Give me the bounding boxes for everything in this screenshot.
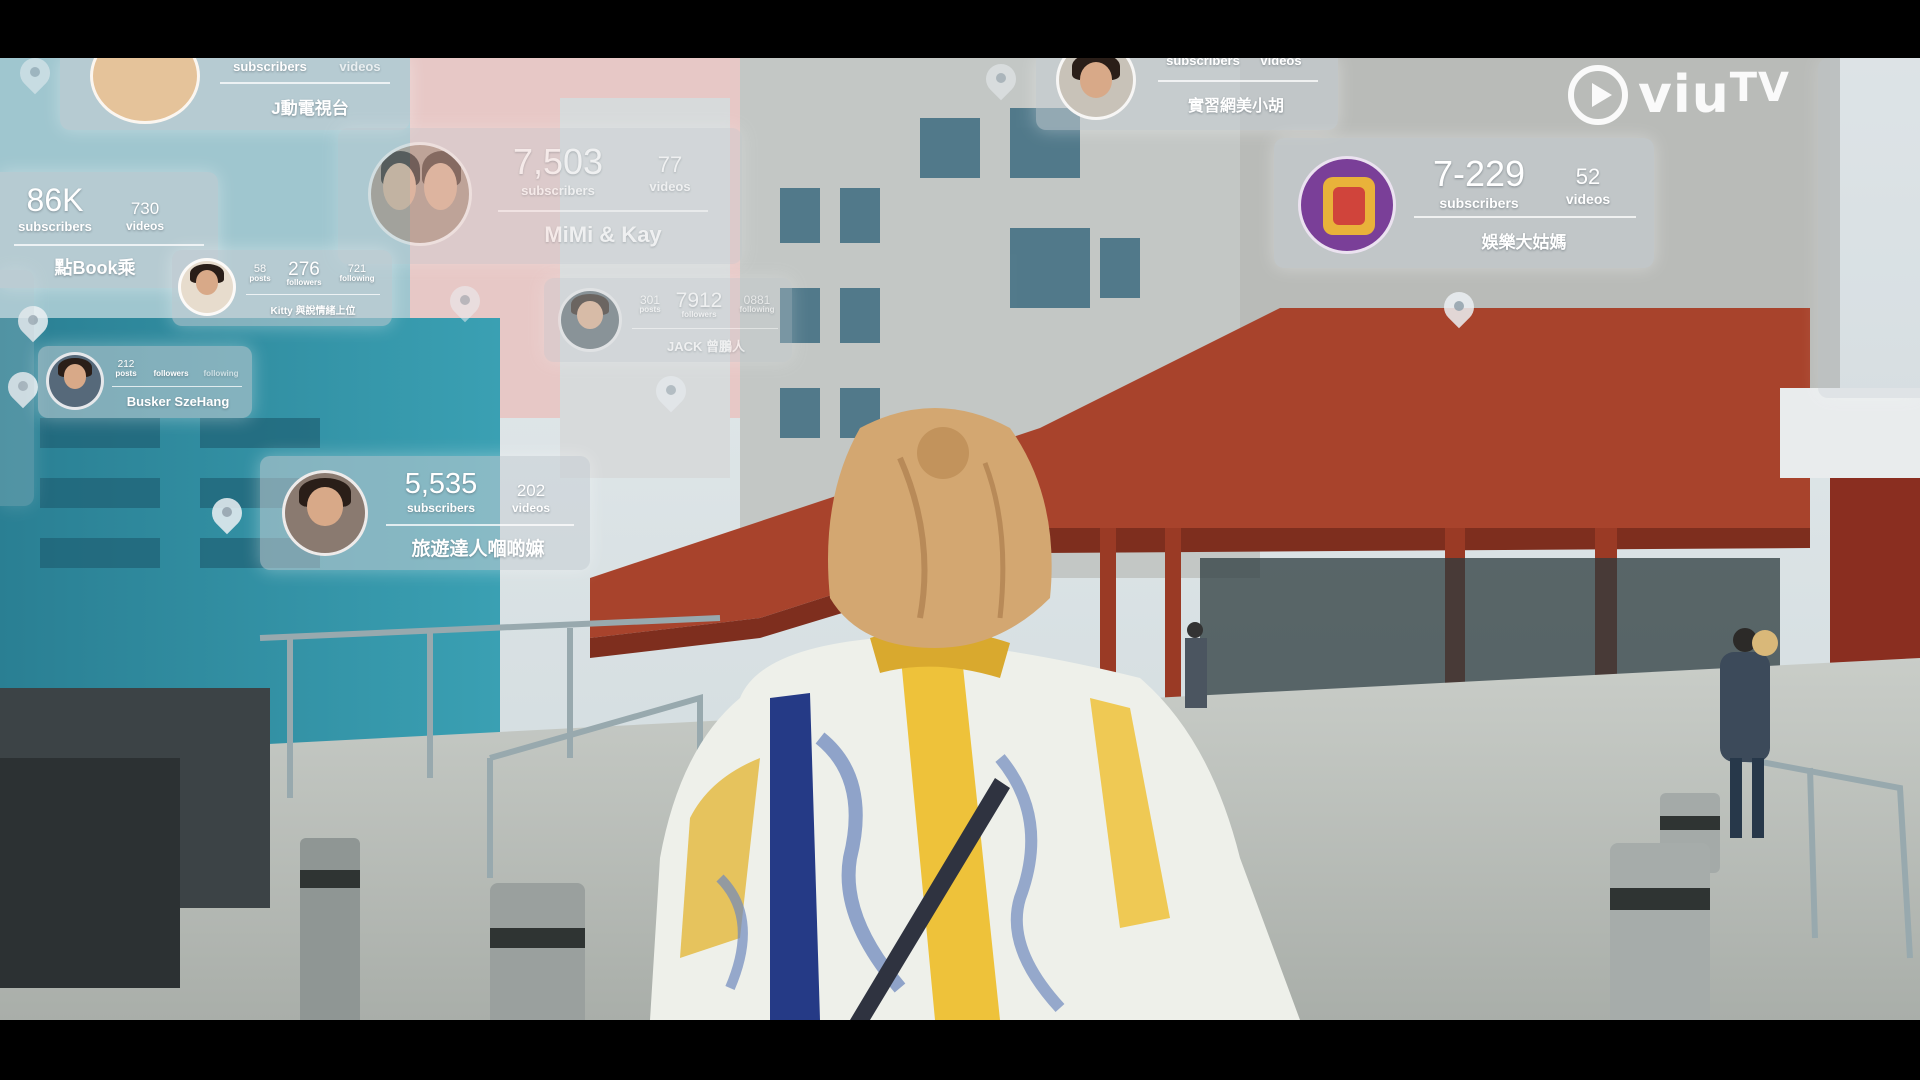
channel-name: 旅遊達人嗰啲嫲 [411, 539, 545, 560]
subscriber-count: 7,503 [512, 141, 604, 182]
video-frame: viuTV subscribers videos J動電視台 7,503 subs… [0, 0, 1920, 1080]
video-count: 77 [657, 152, 683, 177]
subscriber-label: subscribers [18, 219, 92, 234]
channel-card-mimi-kay[interactable]: 7,503 subscribers 77 videos MiMi & Kay [338, 128, 742, 264]
video-count: 730 [130, 199, 160, 218]
channel-avatar [46, 352, 104, 410]
video-label: videos [1565, 191, 1611, 207]
logo-suffix: TV [1729, 65, 1790, 111]
channel-card-jack[interactable]: 301 posts 7912 followers 0881 following JAC… [544, 278, 792, 362]
channel-avatar [282, 470, 368, 556]
offscreen-card-right [1818, 58, 1920, 398]
channel-name: 點Book乘 [54, 258, 136, 278]
channel-card-j-tv[interactable]: subscribers videos J動電視台 [60, 28, 410, 130]
channel-name: Busker SzeHang [126, 394, 230, 409]
channel-avatar [558, 288, 622, 352]
subscriber-label: subscribers [521, 183, 595, 198]
subscriber-count: 86K [26, 182, 84, 218]
channel-card-intern[interactable]: 642subscribers 16videos 實習網美小胡 [1036, 40, 1338, 130]
offscreen-card-left [0, 270, 34, 506]
channel-name: 實習網美小胡 [1187, 98, 1284, 115]
viutv-logo: viuTV [1568, 58, 1828, 132]
channel-avatar [1298, 156, 1396, 254]
location-pin-icon [656, 376, 686, 406]
video-label: videos [339, 59, 381, 74]
channel-avatar [178, 258, 236, 316]
location-pin-icon [212, 498, 242, 528]
channel-name: JACK 曾鵬人 [666, 339, 745, 354]
letterbox-bottom [0, 1020, 1920, 1080]
channel-card-aunt[interactable]: 7-229 subscribers 52 videos 娛樂大姑媽 [1274, 138, 1654, 268]
play-circle-icon [1568, 65, 1628, 125]
subscriber-label: subscribers [233, 59, 307, 74]
subscriber-label: subscribers [1439, 195, 1519, 211]
channel-name: 娛樂大姑媽 [1481, 233, 1567, 252]
subscriber-count: 7-229 [1432, 153, 1526, 194]
location-pin-icon [1444, 292, 1474, 322]
video-label: videos [511, 501, 550, 515]
location-pin-icon [20, 58, 50, 88]
subscriber-label: subscribers [406, 501, 476, 515]
location-pin-icon [986, 64, 1016, 94]
channel-card-kitty[interactable]: 58 posts 276 followers 721 following Kitty … [172, 250, 392, 326]
channel-name: MiMi & Kay [544, 222, 662, 247]
video-label: videos [649, 179, 691, 194]
channel-card-travel[interactable]: 5,535 subscribers 202 videos 旅遊達人嗰啲嫲 [260, 456, 590, 570]
video-count: 52 [1575, 164, 1601, 189]
channel-name: J動電視台 [271, 99, 349, 118]
location-pin-icon [450, 286, 480, 316]
channel-name: Kitty 與說情緒上位 [270, 306, 356, 317]
video-label: videos [125, 219, 164, 233]
logo-text: viu [1638, 65, 1730, 125]
channel-avatar [368, 142, 472, 246]
subscriber-count: 5,535 [404, 468, 478, 500]
channel-card-busker[interactable]: 212 posts followers following Busker SzeH… [38, 346, 252, 418]
video-count: 202 [516, 481, 546, 500]
letterbox-top [0, 0, 1920, 58]
